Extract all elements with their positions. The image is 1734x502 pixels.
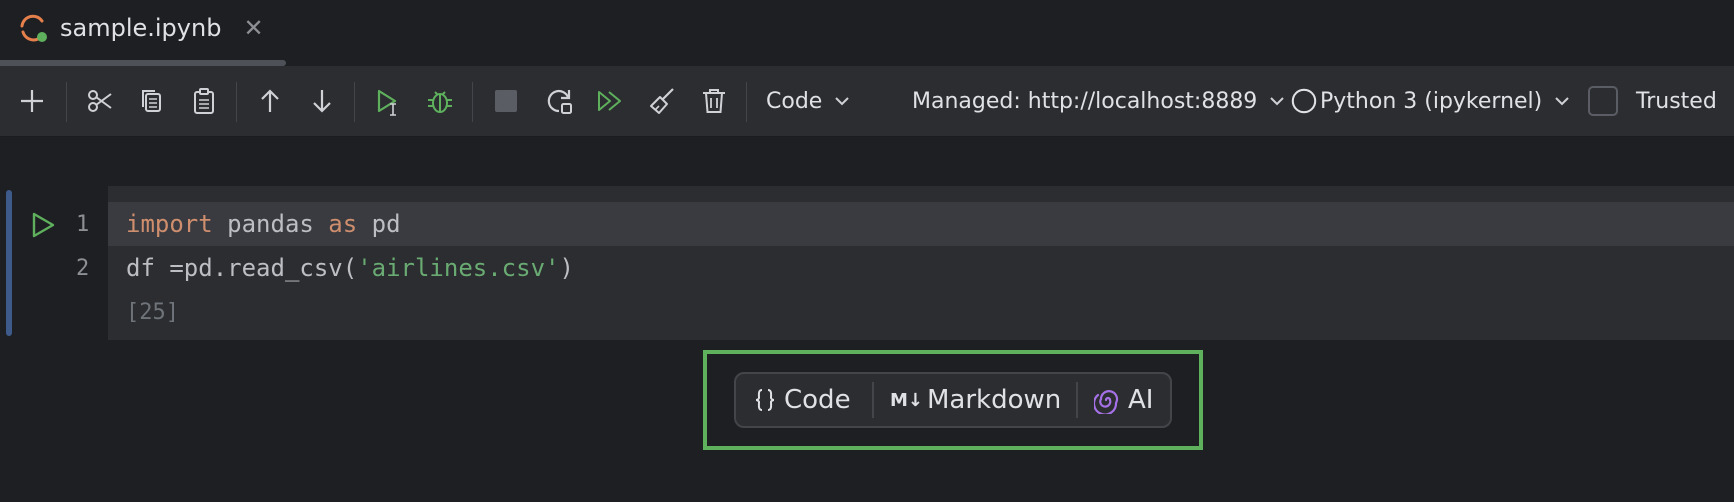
code-token: df =pd.read_csv( [126, 254, 358, 282]
notebook-toolbar: Code Managed: http://localhost:8889 Pyth… [0, 66, 1734, 137]
toolbar-divider [354, 82, 355, 122]
cell-type-dropdown[interactable]: Code [766, 85, 852, 117]
popup-divider [1076, 382, 1078, 418]
code-token: as [328, 210, 358, 238]
curly-braces-icon [755, 389, 775, 411]
popup-divider [872, 382, 874, 418]
markdown-icon: M↓ [890, 389, 923, 411]
code-token: 'airlines.csv' [357, 254, 560, 282]
arrow-down-icon [313, 90, 331, 113]
kernel-value: Python 3 (ipykernel) [1320, 88, 1543, 114]
tab-sample-ipynb[interactable]: sample.ipynb ✕ [18, 8, 264, 48]
ai-spiral-icon [1094, 390, 1119, 414]
trusted-label: Trusted [1636, 88, 1717, 114]
run-cursor-icon [377, 89, 397, 116]
arrow-up-icon [261, 89, 279, 112]
run-cell-gutter-button[interactable] [28, 210, 58, 240]
stop-kernel-button[interactable] [488, 83, 524, 119]
restart-kernel-button[interactable] [542, 83, 578, 119]
code-line[interactable]: df =pd.read_csv('airlines.csv') [126, 254, 574, 282]
delete-cell-button[interactable] [696, 83, 732, 119]
line-number: 1 [76, 212, 90, 237]
move-cell-up-button[interactable] [252, 83, 288, 119]
toolbar-divider [236, 82, 237, 122]
trusted-checkbox[interactable] [1588, 86, 1618, 116]
markdown-label: Markdown [927, 385, 1062, 415]
code-token: pandas [212, 210, 329, 238]
code-line[interactable]: import pandas as pd [126, 210, 401, 238]
chevron-down-icon [835, 97, 850, 106]
kernel-dropdown[interactable]: Python 3 (ipykernel) [1290, 85, 1572, 117]
toolbar-divider [746, 82, 747, 122]
run-all-icon [598, 91, 621, 111]
tab-title: sample.ipynb [60, 14, 222, 42]
cell-type-value: Code [766, 88, 823, 114]
line-number: 2 [76, 256, 90, 281]
server-value: Managed: http://localhost:8889 [912, 88, 1258, 114]
code-label: Code [784, 385, 851, 415]
ai-label: AI [1128, 385, 1154, 415]
jupyter-notebook-icon [18, 13, 48, 43]
trash-icon [703, 89, 725, 113]
server-dropdown[interactable]: Managed: http://localhost:8889 [912, 85, 1287, 117]
add-cell-button[interactable] [14, 83, 50, 119]
chevron-down-icon [1555, 97, 1569, 106]
toolbar-divider [66, 82, 67, 122]
play-icon [32, 212, 55, 238]
copy-icon [142, 90, 161, 112]
toolbar-divider [472, 82, 473, 122]
debug-cell-button[interactable] [422, 83, 458, 119]
clear-outputs-button[interactable] [644, 83, 680, 119]
clipboard-icon [194, 88, 214, 114]
copy-cell-button[interactable] [134, 83, 170, 119]
selected-cell-indicator [6, 190, 12, 336]
stop-icon [495, 90, 517, 112]
plus-icon [21, 90, 43, 112]
editor-tab-bar: sample.ipynb ✕ [0, 0, 1734, 66]
code-token: import [126, 210, 213, 238]
close-icon[interactable]: ✕ [243, 16, 263, 40]
move-cell-down-button[interactable] [304, 83, 340, 119]
bug-icon [428, 91, 452, 113]
paste-cell-button[interactable] [186, 83, 222, 119]
cut-cell-button[interactable] [82, 83, 118, 119]
run-all-button[interactable] [592, 83, 628, 119]
add-markdown-cell-button[interactable]: M↓ Markdown [890, 374, 1061, 426]
code-token: pd [357, 210, 401, 238]
execution-count: [25] [126, 300, 179, 325]
add-code-cell-button[interactable]: Code [752, 374, 851, 426]
broom-icon [650, 88, 674, 114]
scissors-icon [88, 90, 112, 112]
restart-icon [547, 89, 572, 114]
chevron-down-icon [1270, 97, 1285, 106]
add-cell-popup: Code M↓ Markdown AI [734, 372, 1172, 428]
ai-generate-button[interactable]: AI [1094, 374, 1153, 426]
code-token: ) [559, 254, 574, 282]
kernel-status-icon [1291, 88, 1317, 114]
run-cell-button[interactable] [370, 83, 406, 119]
